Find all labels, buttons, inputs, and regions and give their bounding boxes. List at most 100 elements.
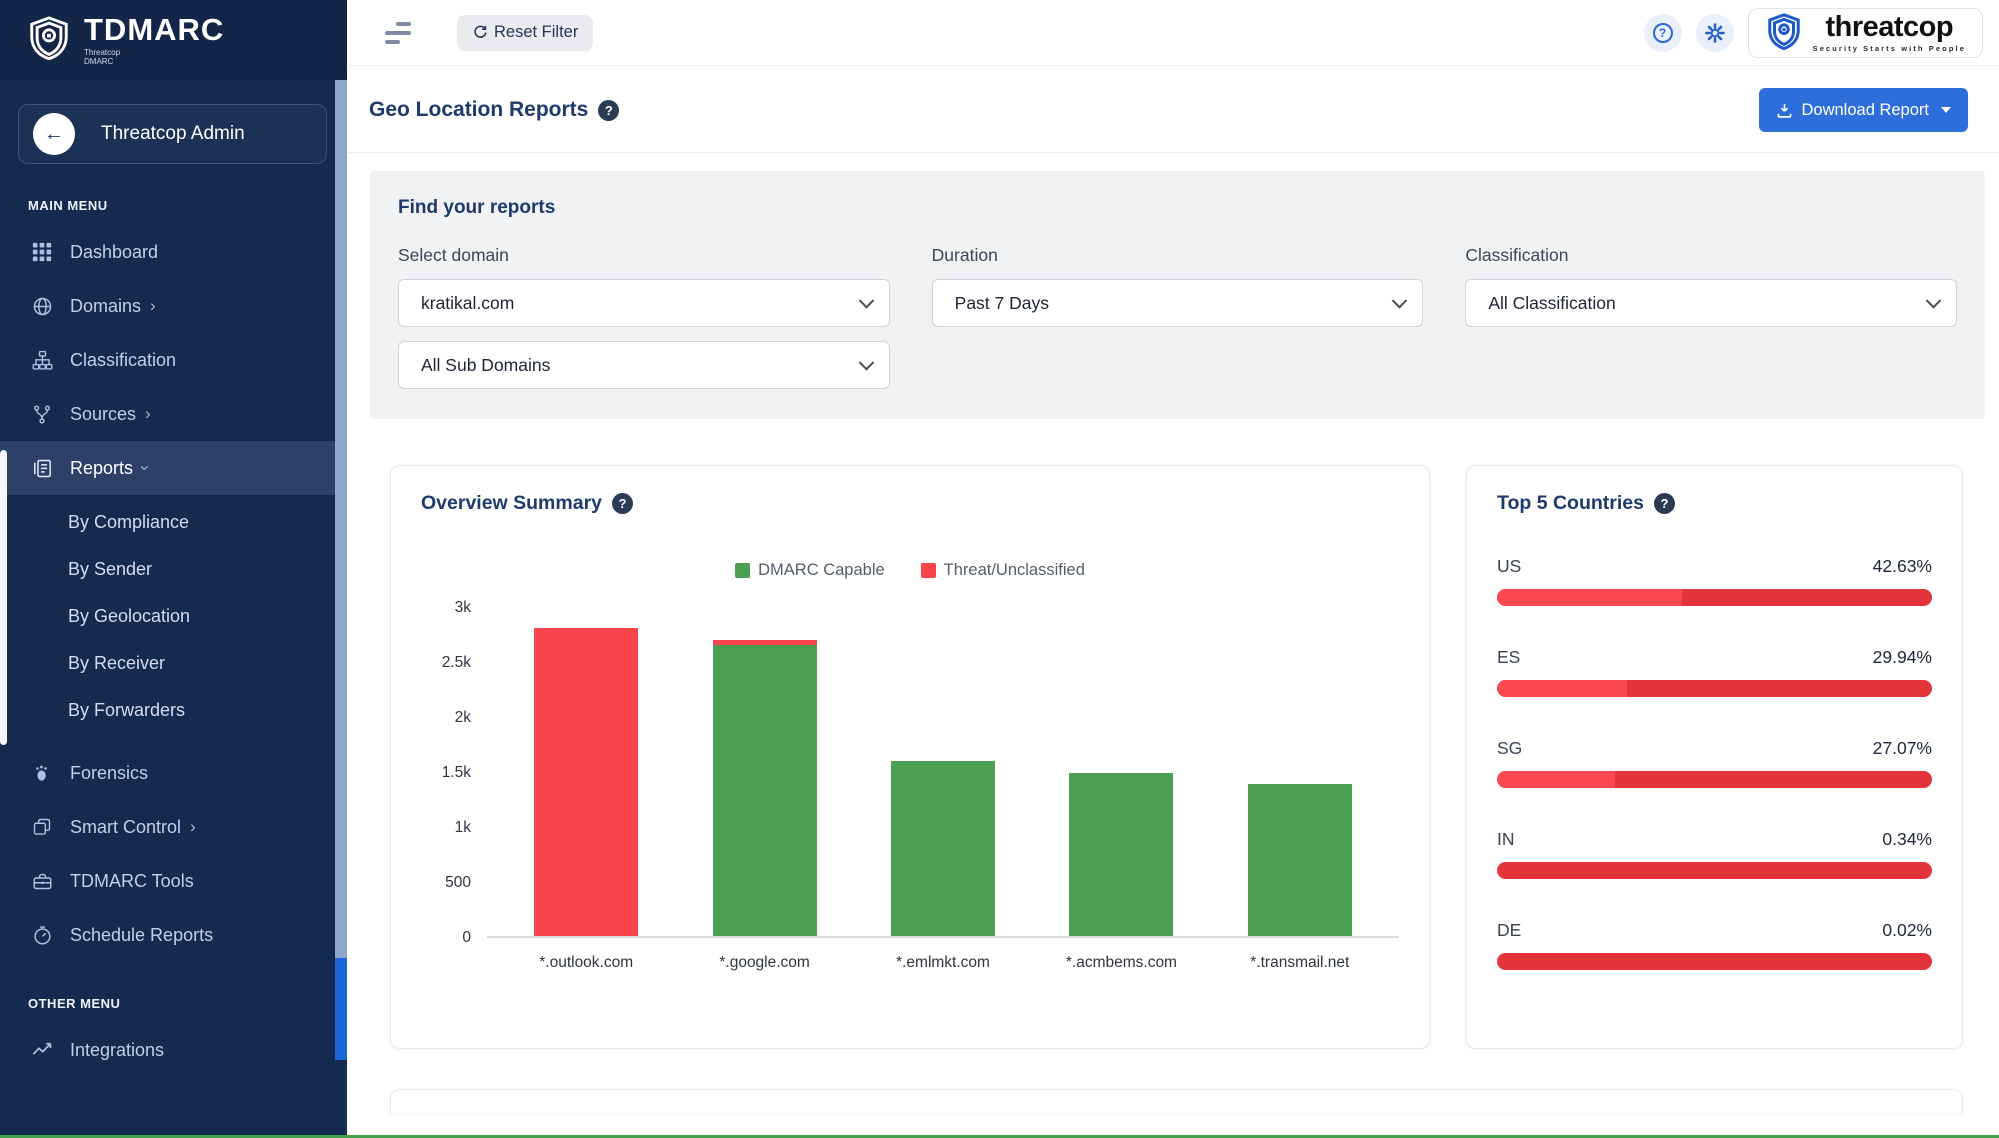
country-percent: 0.02%: [1882, 920, 1932, 941]
bar-segment-capable: [891, 761, 995, 936]
sidebar-item-forensics[interactable]: Forensics: [0, 746, 347, 800]
top5-help-icon[interactable]: ?: [1654, 493, 1675, 514]
country-code: US: [1497, 556, 1521, 577]
sidebar-item-smart-control[interactable]: Smart Control ›: [0, 800, 347, 854]
gear-icon: [1703, 21, 1727, 45]
country-bar-fill: [1497, 589, 1682, 606]
legend-threat-unclassified[interactable]: Threat/Unclassified: [921, 561, 1085, 580]
toolbox-icon: [30, 871, 54, 892]
country-percent: 42.63%: [1873, 556, 1932, 577]
sidebar-item-sources[interactable]: Sources ›: [0, 387, 347, 441]
sidebar-item-integrations[interactable]: Integrations: [0, 1023, 347, 1077]
domain-select-wrap: kratikal.com: [398, 279, 890, 327]
sidebar-item-label: Classification: [70, 350, 176, 371]
trend-line-icon: [30, 1039, 54, 1061]
country-code: SG: [1497, 738, 1522, 759]
bar-google[interactable]: [713, 640, 817, 936]
country-code: IN: [1497, 829, 1515, 850]
country-percent: 27.07%: [1873, 738, 1932, 759]
bar-segment-capable: [1069, 773, 1173, 936]
y-tick: 2.5k: [442, 654, 471, 672]
reset-filter-button[interactable]: Reset Filter: [457, 15, 593, 51]
sidebar-item-tdmarc-tools[interactable]: TDMARC Tools: [0, 854, 347, 908]
subdomain-select-wrap: All Sub Domains: [398, 341, 890, 389]
country-code: ES: [1497, 647, 1520, 668]
sidebar-item-reports[interactable]: Reports ›: [0, 441, 347, 495]
country-bar-track: [1497, 771, 1932, 788]
download-icon: [1776, 102, 1793, 119]
chevron-right-icon: ›: [190, 817, 196, 837]
settings-button[interactable]: [1696, 14, 1734, 52]
refresh-icon: [472, 24, 489, 41]
country-bar-fill: [1497, 771, 1615, 788]
profile-button[interactable]: ← Threatcop Admin: [18, 104, 327, 164]
country-row-us: US 42.63%: [1497, 556, 1932, 606]
country-row-sg: SG 27.07%: [1497, 738, 1932, 788]
plot-area: [487, 608, 1399, 938]
country-bar-track: [1497, 589, 1932, 606]
sidebar-item-schedule-reports[interactable]: Schedule Reports: [0, 908, 347, 962]
submenu-item-by-receiver[interactable]: By Receiver: [0, 640, 347, 687]
classification-select[interactable]: All Classification: [1465, 279, 1957, 327]
bar-segment-capable: [1248, 784, 1352, 936]
duration-select[interactable]: Past 7 Days: [932, 279, 1424, 327]
threatcop-logo-text: threatcop Security Starts with People: [1813, 13, 1966, 53]
help-button[interactable]: ?: [1644, 14, 1682, 52]
back-arrow-avatar[interactable]: ←: [33, 113, 75, 155]
country-percent: 29.94%: [1873, 647, 1932, 668]
sidebar-scrollbar-thumb[interactable]: [335, 958, 347, 1060]
sidebar-item-classification[interactable]: Classification: [0, 333, 347, 387]
sidebar-item-label: Integrations: [70, 1040, 164, 1061]
timer-icon: [30, 925, 54, 946]
country-bar-track: [1497, 953, 1932, 970]
overview-help-icon[interactable]: ?: [612, 493, 633, 514]
sidebar-item-label: Dashboard: [70, 242, 158, 263]
threatcop-logo[interactable]: threatcop Security Starts with People: [1748, 8, 1983, 58]
bar-outlook[interactable]: [534, 628, 638, 936]
chevron-right-icon: ›: [150, 296, 156, 316]
sidebar-item-label: Domains: [70, 296, 141, 317]
sidebar-item-domains[interactable]: Domains ›: [0, 279, 347, 333]
legend-dmarc-capable[interactable]: DMARC Capable: [735, 561, 885, 580]
country-row-in: IN 0.34%: [1497, 829, 1932, 879]
y-tick: 500: [445, 874, 471, 892]
caret-down-icon: [1941, 107, 1951, 113]
bar-emlmkt[interactable]: [891, 761, 995, 936]
bar-segment-threat: [534, 628, 638, 936]
tdmarc-logo[interactable]: TDMARC Threatcop DMARC: [0, 0, 347, 80]
reset-filter-label: Reset Filter: [494, 23, 578, 42]
submenu-item-by-geolocation[interactable]: By Geolocation: [0, 593, 347, 640]
chevron-down-icon: ›: [135, 465, 155, 471]
sidebar: TDMARC Threatcop DMARC ← Threatcop Admin…: [0, 0, 347, 1138]
overview-summary-title: Overview Summary: [421, 492, 602, 515]
sidebar-toggle-icon[interactable]: [385, 22, 411, 44]
profile-name: Threatcop Admin: [101, 123, 245, 145]
submenu-item-by-sender[interactable]: By Sender: [0, 546, 347, 593]
dashboard-grid-icon: [30, 242, 54, 262]
reports-doc-icon: [30, 458, 54, 479]
domain-select[interactable]: kratikal.com: [398, 279, 890, 327]
sidebar-scrollbar-track[interactable]: [335, 80, 347, 1060]
country-bar-track: [1497, 862, 1932, 879]
duration-filter-group: Duration Past 7 Days: [932, 245, 1424, 389]
y-tick: 1.5k: [442, 764, 471, 782]
bar-transmail[interactable]: [1248, 784, 1352, 936]
sidebar-item-label: Reports: [70, 458, 133, 479]
submenu-scroll-indicator[interactable]: [0, 450, 7, 745]
threatcop-brand-name: threatcop: [1825, 13, 1953, 42]
sidebar-item-dashboard[interactable]: Dashboard: [0, 225, 347, 279]
bar-acmbems[interactable]: [1069, 773, 1173, 936]
download-report-button[interactable]: Download Report: [1759, 88, 1969, 132]
submenu-item-by-compliance[interactable]: By Compliance: [0, 499, 347, 546]
tdmarc-logo-subtitle: Threatcop DMARC: [84, 48, 224, 66]
country-code: DE: [1497, 920, 1521, 941]
red-swatch-icon: [921, 563, 936, 578]
topbar: Reset Filter ?: [347, 0, 1999, 66]
x-label: *.google.com: [675, 954, 853, 972]
submenu-item-by-forwarders[interactable]: By Forwarders: [0, 687, 347, 734]
x-label: *.emlmkt.com: [854, 954, 1032, 972]
page-title-help-icon[interactable]: ?: [598, 100, 619, 121]
tdmarc-logo-text: TDMARC Threatcop DMARC: [84, 14, 224, 66]
subdomain-select[interactable]: All Sub Domains: [398, 341, 890, 389]
classification-filter-group: Classification All Classification: [1465, 245, 1957, 389]
